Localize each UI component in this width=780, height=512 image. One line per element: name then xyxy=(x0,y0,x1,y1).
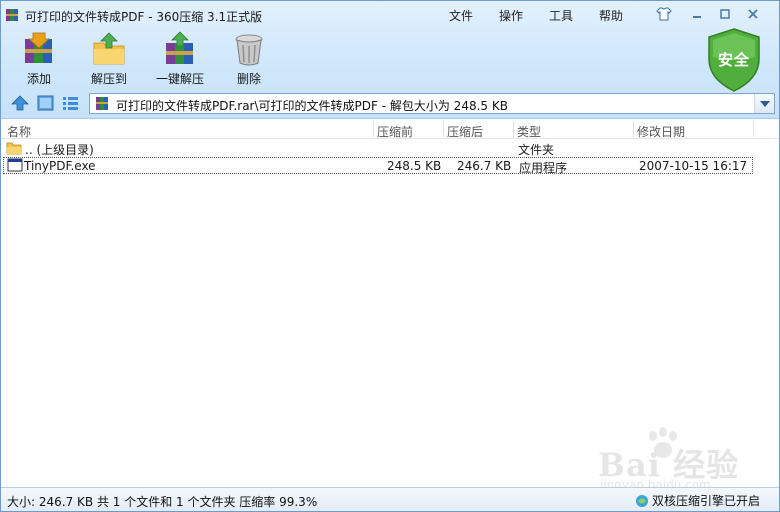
archive-path-icon xyxy=(95,96,111,114)
delete-button[interactable]: 删除 xyxy=(217,31,281,87)
header-area: 可打印的文件转成PDF - 360压缩 3.1正式版 文件 操作 工具 帮助 添… xyxy=(1,1,779,119)
extract-to-button[interactable]: 解压到 xyxy=(77,31,141,87)
thumbnail-view-icon[interactable] xyxy=(37,95,54,114)
column-name[interactable]: 名称 xyxy=(7,123,31,140)
go-up-arrow-icon[interactable] xyxy=(11,95,29,114)
column-modified[interactable]: 修改日期 xyxy=(637,123,685,140)
maximize-button[interactable] xyxy=(715,5,735,22)
column-divider[interactable] xyxy=(633,121,634,137)
table-row[interactable]: .. (上级目录) 文件夹 xyxy=(3,140,753,157)
row-type: 文件夹 xyxy=(518,143,555,157)
one-click-extract-label: 一键解压 xyxy=(155,72,204,86)
column-type[interactable]: 类型 xyxy=(517,123,541,140)
title-bar: 可打印的文件转成PDF - 360压缩 3.1正式版 文件 操作 工具 帮助 xyxy=(1,1,779,29)
trash-can-icon xyxy=(235,34,263,66)
extract-folder-icon xyxy=(93,32,125,65)
column-header: 名称 压缩前 压缩后 类型 修改日期 xyxy=(1,120,779,139)
menu-help[interactable]: 帮助 xyxy=(599,7,623,24)
column-size-before[interactable]: 压缩前 xyxy=(377,123,413,140)
close-button[interactable] xyxy=(743,5,763,22)
chevron-down-icon xyxy=(759,100,770,107)
engine-status[interactable]: 双核压缩引擎已开启 xyxy=(635,492,760,509)
row-name: .. (上级目录) xyxy=(25,143,94,157)
folder-icon xyxy=(6,141,22,158)
row-type: 应用程序 xyxy=(519,161,568,175)
minimize-button[interactable] xyxy=(687,5,707,22)
add-archive-icon xyxy=(25,32,52,63)
engine-status-text: 双核压缩引擎已开启 xyxy=(652,494,761,508)
column-divider[interactable] xyxy=(373,121,374,137)
add-label: 添加 xyxy=(26,72,51,86)
path-dropdown-button[interactable] xyxy=(754,94,774,113)
row-size-after: 246.7 KB xyxy=(457,159,512,173)
one-click-extract-button[interactable]: 一键解压 xyxy=(148,31,212,87)
list-view-icon[interactable] xyxy=(62,95,79,114)
path-address-bar[interactable]: 可打印的文件转成PDF.rar\可打印的文件转成PDF - 解包大小为 248.… xyxy=(89,93,775,114)
menu-operations[interactable]: 操作 xyxy=(499,7,523,24)
status-summary: 大小: 246.7 KB 共 1 个文件和 1 个文件夹 压缩率 99.3% xyxy=(7,495,318,509)
column-size-after[interactable]: 压缩后 xyxy=(447,123,483,140)
one-click-extract-icon xyxy=(166,31,193,64)
table-row[interactable]: TinyPDF.exe 248.5 KB 246.7 KB 应用程序 2007-… xyxy=(3,157,753,175)
exe-icon xyxy=(7,158,23,175)
row-size-before: 248.5 KB xyxy=(387,159,442,173)
menu-file[interactable]: 文件 xyxy=(449,7,473,24)
safe-label: 安全 xyxy=(717,51,750,69)
security-status-badge[interactable]: 安全 xyxy=(705,27,763,93)
row-modified: 2007-10-15 16:17 xyxy=(639,159,748,173)
path-text: 可打印的文件转成PDF.rar\可打印的文件转成PDF - 解包大小为 248.… xyxy=(116,99,508,113)
dual-core-engine-icon xyxy=(636,495,648,507)
row-name: TinyPDF.exe xyxy=(24,159,96,173)
app-window: 可打印的文件转成PDF - 360压缩 3.1正式版 文件 操作 工具 帮助 添… xyxy=(0,0,780,512)
extract-to-label: 解压到 xyxy=(90,72,127,86)
app-archive-icon xyxy=(5,7,21,23)
baidu-watermark: Bai 经验 jingyan.baidu.com xyxy=(598,426,748,496)
column-divider[interactable] xyxy=(753,121,754,137)
column-divider[interactable] xyxy=(513,121,514,137)
delete-label: 删除 xyxy=(236,72,261,86)
status-bar: 大小: 246.7 KB 共 1 个文件和 1 个文件夹 压缩率 99.3% 双… xyxy=(1,487,779,511)
menu-tools[interactable]: 工具 xyxy=(549,7,573,24)
skin-shirt-icon[interactable] xyxy=(654,5,674,22)
column-divider[interactable] xyxy=(443,121,444,137)
add-button[interactable]: 添加 xyxy=(7,31,71,87)
window-title: 可打印的文件转成PDF - 360压缩 3.1正式版 xyxy=(25,10,263,24)
